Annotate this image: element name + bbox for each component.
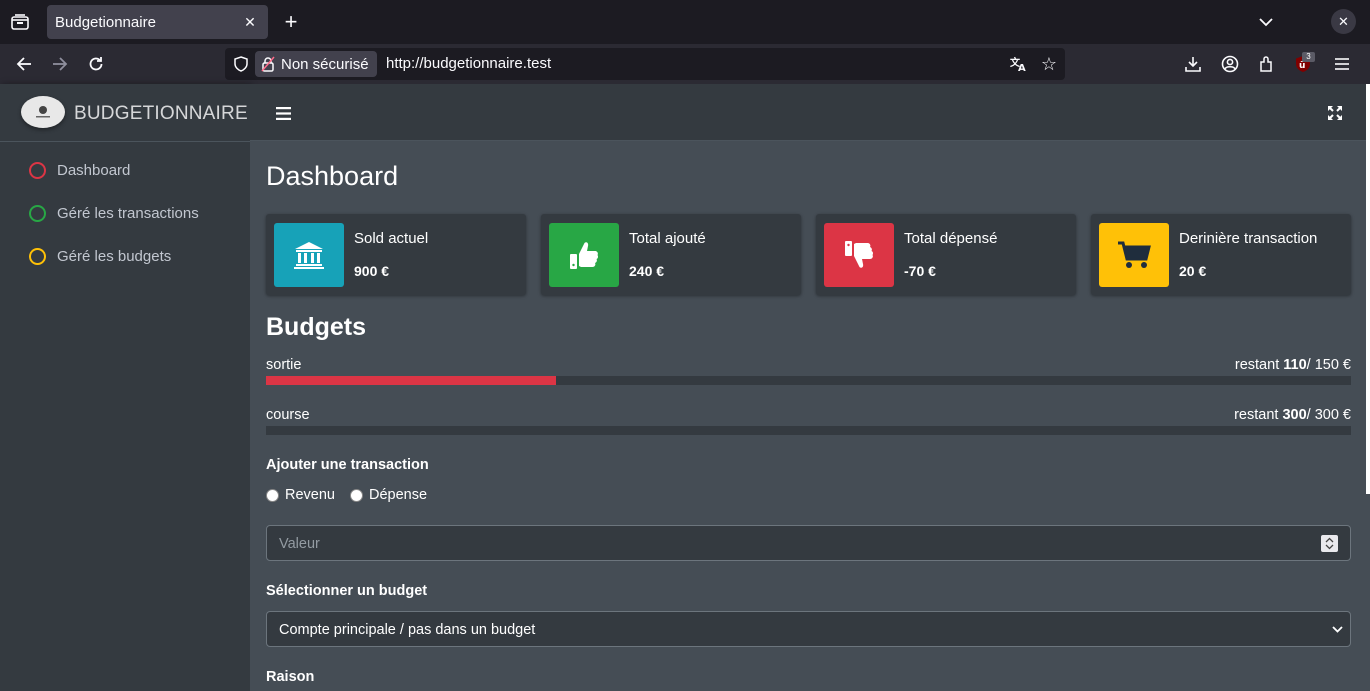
url-bar[interactable]: Non sécurisé http://budgetionnaire.test … [225, 48, 1065, 80]
info-box-last-transaction: Derinière transaction 20 € [1091, 214, 1351, 295]
radio-income[interactable] [266, 488, 279, 502]
info-box-label: Total dépensé [904, 230, 998, 247]
browser-tabbar: Budgetionnaire ✕ + ✕ [0, 0, 1370, 44]
cart-icon [1099, 223, 1169, 287]
fullscreen-icon[interactable] [1324, 102, 1346, 124]
brand-link[interactable]: BUDGETIONNAIRE [0, 84, 250, 142]
budget-total: / 150 € [1306, 357, 1351, 373]
reason-label: Raison [266, 669, 315, 685]
back-icon[interactable] [12, 52, 36, 76]
radio-expense[interactable] [349, 488, 363, 502]
sidebar: BUDGETIONNAIRE Dashboard Géré les transa… [0, 84, 250, 691]
sidebar-item-budgets[interactable]: Géré les budgets [0, 236, 250, 276]
budget-remaining: restant 300/ 300 € [1234, 407, 1351, 423]
page-title: Dashboard [266, 161, 399, 191]
download-icon[interactable] [1181, 52, 1205, 76]
extensions-icon[interactable] [1254, 52, 1278, 76]
security-indicator[interactable]: Non sécurisé [255, 51, 377, 77]
info-box-label: Sold actuel [354, 230, 429, 247]
translate-icon[interactable]: 文A [1009, 54, 1029, 74]
chevron-down-icon[interactable] [1254, 10, 1278, 34]
radio-income-label[interactable]: Revenu [285, 487, 335, 503]
budget-remaining-prefix: restant [1234, 407, 1283, 423]
tab-list-icon[interactable] [8, 10, 32, 34]
main-content: Dashboard Sold actuel 900 € Total ajouté… [250, 141, 1370, 691]
value-input-placeholder: Valeur [279, 536, 320, 552]
url-text[interactable]: http://budgetionnaire.test [386, 55, 551, 72]
bank-icon [274, 223, 344, 287]
new-tab-icon[interactable]: + [279, 9, 303, 34]
account-icon[interactable] [1218, 52, 1242, 76]
budget-total: / 300 € [1306, 407, 1351, 423]
info-box-label: Total ajouté [629, 230, 706, 247]
shield-icon[interactable] [231, 54, 251, 74]
budget-progress-bar [266, 376, 1351, 385]
svg-text:ū: ū [1299, 61, 1305, 71]
sidebar-item-label: Géré les transactions [57, 204, 199, 222]
budget-remaining: restant 110/ 150 € [1235, 357, 1351, 373]
insecure-lock-icon [261, 56, 275, 76]
extension-badge: 3 [1302, 52, 1315, 62]
window-close-icon[interactable]: ✕ [1331, 9, 1356, 34]
circle-icon [29, 204, 46, 222]
budget-remaining-amount: 300 [1282, 407, 1307, 423]
chevron-down-icon [1330, 622, 1344, 636]
browser-tab[interactable]: Budgetionnaire ✕ [47, 5, 268, 39]
info-box-value: 900 € [354, 263, 390, 279]
budget-name: course [266, 407, 310, 423]
number-spinner-icon[interactable] [1321, 535, 1338, 552]
sidebar-item-label: Dashboard [57, 161, 131, 179]
value-input[interactable]: Valeur [266, 525, 1351, 561]
info-box-value: 20 € [1179, 263, 1207, 279]
budget-remaining-amount: 110 [1283, 357, 1307, 373]
sidebar-item-dashboard[interactable]: Dashboard [0, 150, 250, 190]
info-box-spent: Total dépensé -70 € [816, 214, 1076, 295]
svg-text:A: A [1018, 63, 1026, 72]
thumbs-up-icon [549, 223, 619, 287]
form-title: Ajouter une transaction [266, 457, 429, 473]
scrollbar[interactable] [1366, 84, 1370, 494]
info-box-value: -70 € [904, 263, 936, 279]
info-box-value: 240 € [629, 263, 665, 279]
budget-select-label: Sélectionner un budget [266, 583, 428, 599]
brand-text: BUDGETIONNAIRE [74, 103, 248, 124]
top-navbar [250, 84, 1370, 141]
menu-icon[interactable] [1330, 52, 1354, 76]
hamburger-menu-icon[interactable] [272, 102, 294, 124]
budget-select-value: Compte principale / pas dans un budget [279, 622, 536, 638]
info-box-added: Total ajouté 240 € [541, 214, 801, 295]
brand-logo [21, 96, 65, 128]
browser-navbar: Non sécurisé http://budgetionnaire.test … [0, 44, 1370, 84]
circle-icon [29, 161, 46, 179]
info-box-label: Derinière transaction [1179, 230, 1318, 247]
bookmark-star-icon[interactable]: ☆ [1038, 53, 1060, 75]
budgets-title: Budgets [266, 313, 366, 341]
security-label: Non sécurisé [281, 55, 369, 73]
budget-progress-fill [266, 376, 556, 385]
budget-remaining-prefix: restant [1234, 357, 1284, 373]
thumbs-down-icon [824, 223, 894, 287]
budget-progress-bar [266, 426, 1351, 435]
budget-select[interactable]: Compte principale / pas dans un budget [266, 611, 1351, 647]
radio-expense-label[interactable]: Dépense [369, 487, 427, 503]
sidebar-item-transactions[interactable]: Géré les transactions [0, 193, 250, 233]
transaction-type-group: Revenu Dépense [266, 487, 427, 503]
info-box-balance: Sold actuel 900 € [266, 214, 526, 295]
sidebar-item-label: Géré les budgets [57, 247, 172, 265]
tab-title: Budgetionnaire [55, 14, 156, 31]
tab-close-icon[interactable]: ✕ [240, 12, 260, 32]
forward-icon[interactable] [48, 52, 72, 76]
budget-name: sortie [266, 357, 302, 373]
circle-icon [29, 247, 46, 265]
reload-icon[interactable] [84, 52, 108, 76]
